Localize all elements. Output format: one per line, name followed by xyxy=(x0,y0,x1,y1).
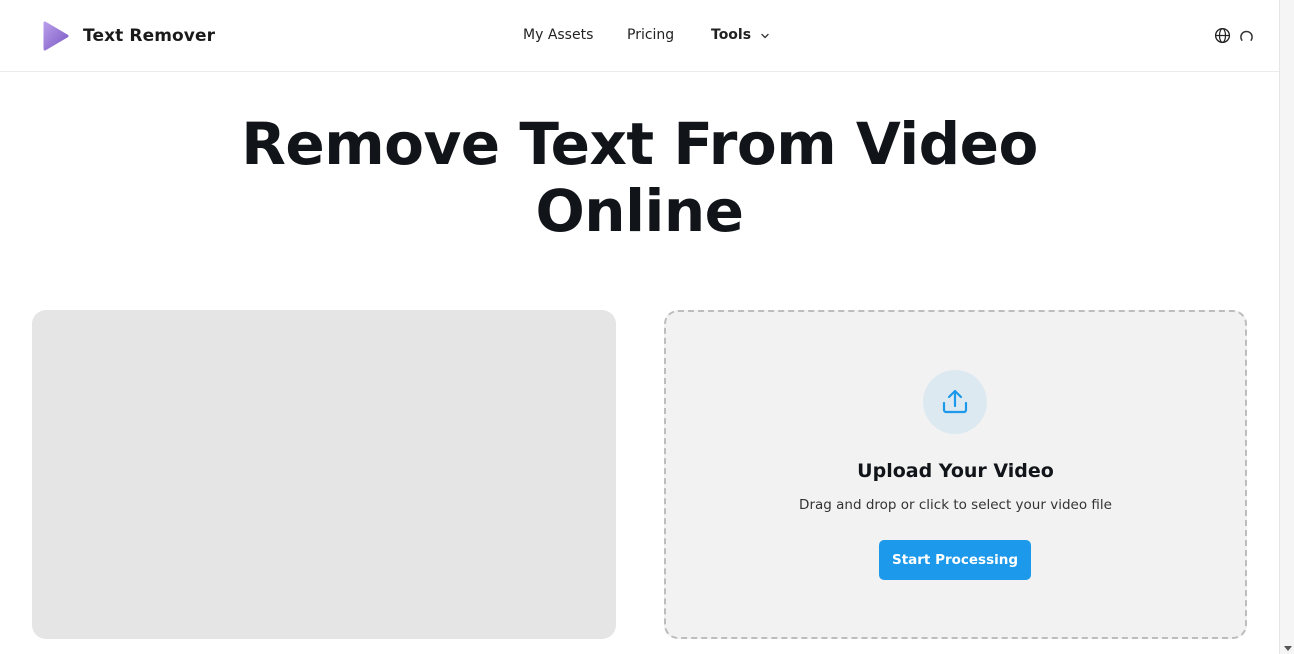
brand-logo-link[interactable]: Text Remover xyxy=(41,20,215,52)
upload-dropzone[interactable]: Upload Your Video Drag and drop or click… xyxy=(664,310,1247,639)
page-title-line-2: Online xyxy=(535,177,745,245)
upload-icon xyxy=(942,389,968,414)
upload-title: Upload Your Video xyxy=(857,460,1054,482)
page: Text Remover My Assets Pricing Tools Rem… xyxy=(0,0,1294,654)
upload-description: Drag and drop or click to select your vi… xyxy=(799,497,1112,513)
page-title: Remove Text From Video Online xyxy=(0,111,1279,245)
page-title-line-1: Remove Text From Video xyxy=(241,110,1038,178)
scroll-down-arrow-icon[interactable] xyxy=(1284,646,1292,651)
nav-item-tools[interactable]: Tools xyxy=(711,27,751,43)
start-processing-button[interactable]: Start Processing xyxy=(879,540,1031,580)
chevron-down-icon[interactable] xyxy=(760,31,770,41)
brand-name: Text Remover xyxy=(83,26,216,46)
page-scrollbar[interactable] xyxy=(1279,0,1294,654)
video-preview-placeholder xyxy=(32,310,616,639)
play-logo-icon xyxy=(43,21,69,51)
loading-spinner-icon xyxy=(1240,30,1253,41)
upload-icon-circle xyxy=(923,370,987,434)
nav-item-my-assets[interactable]: My Assets xyxy=(523,27,593,43)
nav-item-pricing[interactable]: Pricing xyxy=(627,27,674,43)
globe-icon[interactable] xyxy=(1214,27,1231,44)
top-header: Text Remover My Assets Pricing Tools xyxy=(0,0,1279,72)
